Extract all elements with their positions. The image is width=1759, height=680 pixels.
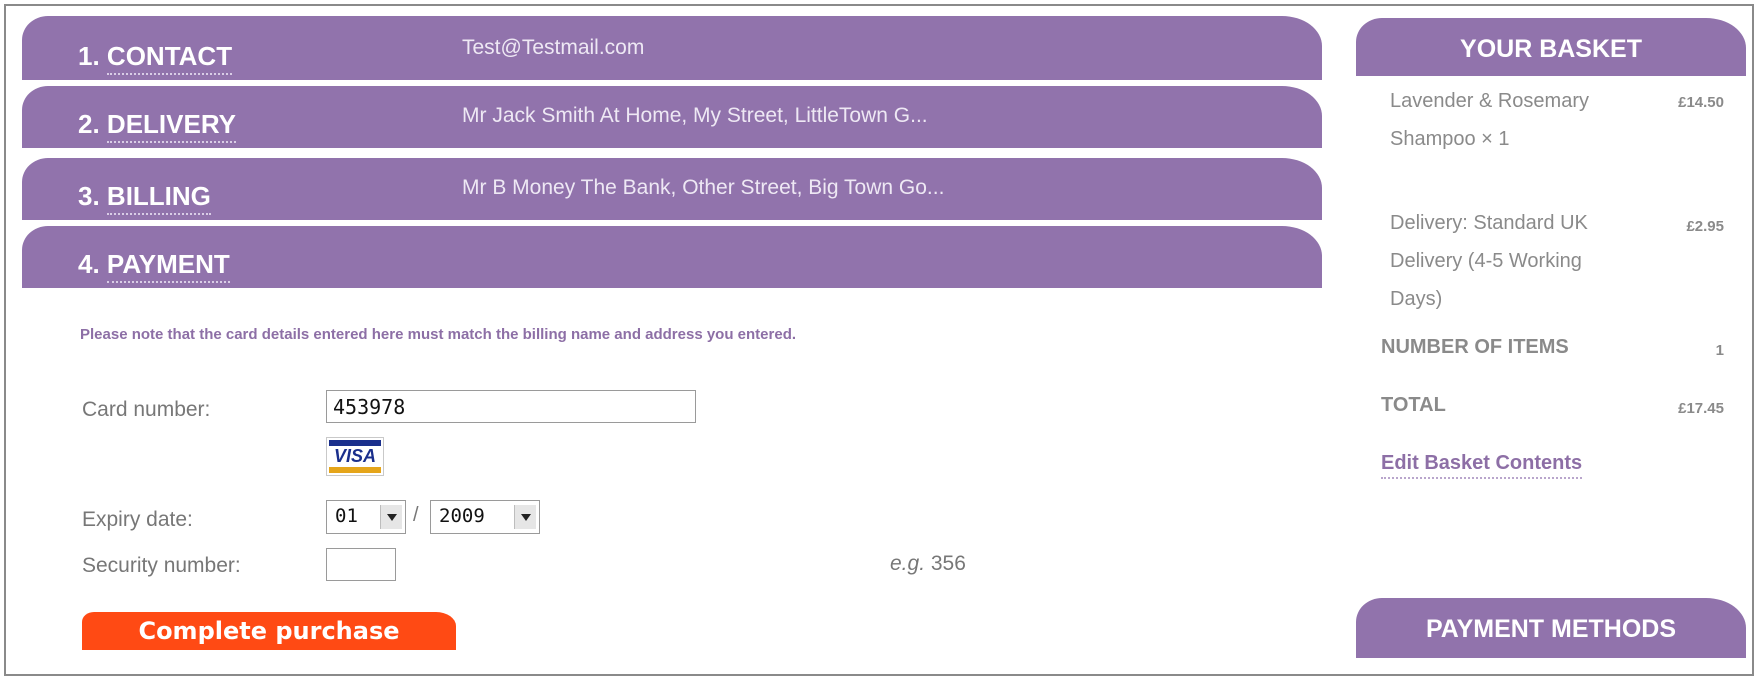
payment-methods-title[interactable]: PAYMENT METHODS bbox=[1356, 598, 1746, 658]
visa-card-icon: VISA bbox=[326, 437, 384, 476]
security-number-input[interactable] bbox=[326, 548, 396, 581]
step-billing[interactable]: 3. BILLING Mr B Money The Bank, Other St… bbox=[22, 158, 1322, 220]
step-payment-heading: 4. PAYMENT bbox=[78, 249, 230, 283]
basket-title: YOUR BASKET bbox=[1356, 18, 1746, 76]
step-contact-link[interactable]: CONTACT bbox=[106, 41, 233, 75]
step-contact-heading: 1. CONTACT bbox=[78, 41, 233, 75]
step-delivery[interactable]: 2. DELIVERY Mr Jack Smith At Home, My St… bbox=[22, 86, 1322, 148]
total-label: TOTAL bbox=[1381, 394, 1446, 416]
expiry-date-label: Expiry date: bbox=[82, 508, 193, 531]
expiry-month-value: 01 bbox=[335, 505, 358, 527]
basket-item-name: Lavender & Rosemary Shampoo × 1 bbox=[1390, 90, 1589, 150]
card-number-label: Card number: bbox=[82, 398, 211, 421]
card-details-note: Please note that the card details entere… bbox=[80, 326, 797, 343]
checkout-page: 1. CONTACT Test@Testmail.com 2. DELIVERY… bbox=[4, 4, 1754, 676]
expiry-separator: / bbox=[413, 504, 419, 526]
edit-basket-link[interactable]: Edit Basket Contents bbox=[1381, 452, 1583, 479]
basket-item-price: £14.50 bbox=[1678, 94, 1724, 111]
expiry-year-select[interactable]: 2009 bbox=[430, 500, 540, 534]
basket-delivery-price: £2.95 bbox=[1686, 218, 1724, 235]
expiry-year-value: 2009 bbox=[439, 505, 485, 527]
chevron-down-icon[interactable] bbox=[514, 505, 536, 529]
complete-purchase-button[interactable]: Complete purchase bbox=[82, 612, 456, 650]
step-delivery-heading: 2. DELIVERY bbox=[78, 109, 236, 143]
card-number-input[interactable]: 453978 bbox=[326, 390, 696, 423]
basket-delivery-name: Delivery: Standard UK Delivery (4-5 Work… bbox=[1390, 212, 1588, 310]
security-number-label: Security number: bbox=[82, 554, 241, 577]
total-value: £17.45 bbox=[1678, 400, 1724, 417]
chevron-down-icon[interactable] bbox=[380, 505, 402, 529]
number-of-items-value: 1 bbox=[1715, 342, 1724, 359]
step-delivery-summary: Mr Jack Smith At Home, My Street, Little… bbox=[462, 104, 928, 127]
number-of-items-label: NUMBER OF ITEMS bbox=[1381, 336, 1569, 358]
card-brand-label: VISA bbox=[333, 446, 376, 466]
security-number-example: e.g. 356 bbox=[890, 552, 966, 575]
step-contact[interactable]: 1. CONTACT Test@Testmail.com bbox=[22, 16, 1322, 80]
step-delivery-link[interactable]: DELIVERY bbox=[106, 109, 236, 143]
expiry-month-select[interactable]: 01 bbox=[326, 500, 406, 534]
step-billing-link[interactable]: BILLING bbox=[106, 181, 211, 215]
step-payment-link[interactable]: PAYMENT bbox=[106, 249, 230, 283]
step-contact-summary: Test@Testmail.com bbox=[462, 36, 645, 59]
step-billing-heading: 3. BILLING bbox=[78, 181, 211, 215]
step-billing-summary: Mr B Money The Bank, Other Street, Big T… bbox=[462, 176, 945, 199]
step-payment[interactable]: 4. PAYMENT bbox=[22, 226, 1322, 288]
